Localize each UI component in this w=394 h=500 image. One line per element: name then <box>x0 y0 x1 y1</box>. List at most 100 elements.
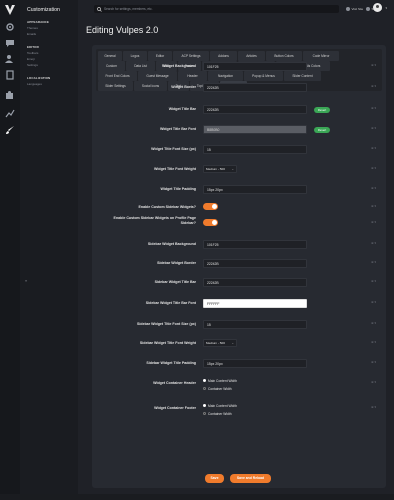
help-icon[interactable]: ⊕ ▾ <box>371 380 376 384</box>
setting-input[interactable]: 15 <box>203 320 307 329</box>
setting-label: Sidebar Widget Background <box>147 242 196 246</box>
tab-navigation[interactable]: Navigation <box>208 71 243 81</box>
select-value: Medium - 500 <box>206 341 225 345</box>
help-icon[interactable]: ⊕ ▾ <box>371 321 376 325</box>
setting-input[interactable]: 15px 20px <box>203 359 307 368</box>
tab-addons[interactable]: Addons <box>210 51 237 61</box>
collapse-sidebar-button[interactable]: « <box>25 278 27 283</box>
users-icon[interactable] <box>5 54 15 64</box>
sidebar-item-toolbars[interactable]: Toolbars <box>27 51 38 55</box>
sidebar-item-emails[interactable]: Emails <box>27 32 36 36</box>
sidebar-item-languages[interactable]: Languages <box>27 82 42 86</box>
visit-site-link[interactable]: Visit Site <box>346 7 363 11</box>
help-icon[interactable]: ⊕ ▾ <box>371 146 376 150</box>
setting-input[interactable]: 101F25 <box>203 62 307 71</box>
setting-label: Widget Title Bar <box>168 107 196 111</box>
search-placeholder: Search for settings, members, etc. <box>104 6 153 11</box>
tab-logos[interactable]: Logos <box>123 51 147 61</box>
chart-icon[interactable] <box>5 108 15 118</box>
tab-articles[interactable]: Articles <box>238 51 265 61</box>
tab-popup-menus[interactable]: Popup & Menus <box>244 71 283 81</box>
chevron-down-icon: ⌄ <box>231 167 234 171</box>
tab-code-mirror[interactable]: Code Mirror <box>303 51 339 61</box>
tab-button-colors[interactable]: Button Colors <box>266 51 302 61</box>
radio-label: Container Width <box>208 387 232 391</box>
select-value: Medium - 500 <box>206 167 225 171</box>
tab-front-end-colors[interactable]: Front End Colors <box>98 71 137 81</box>
tab-slider-settings[interactable]: Slider Settings <box>98 81 133 91</box>
setting-label: Widget Border <box>171 85 196 89</box>
tab-general[interactable]: General <box>98 51 122 61</box>
toggle-switch[interactable] <box>203 219 218 226</box>
setting-input[interactable]: 22242B <box>203 259 307 268</box>
home-icon <box>346 7 350 11</box>
radio-label: Main Content Width <box>208 404 237 408</box>
help-icon[interactable]: ⊕ ▾ <box>371 360 376 364</box>
help-icon[interactable]: ⊕ ▾ <box>371 340 376 344</box>
help-icon[interactable]: ⊕ ▾ <box>371 220 376 224</box>
setting-input[interactable]: 22242B <box>203 105 307 114</box>
tab-social-icons[interactable]: Social Icons <box>134 81 167 91</box>
radio-option[interactable]: Main Content Width <box>203 379 237 383</box>
setting-input[interactable]: FFFFFF <box>203 299 307 308</box>
radio-dot-icon <box>203 412 206 415</box>
sidebar-item-emoji[interactable]: Emoji <box>27 57 35 61</box>
help-icon[interactable]: ⊕ ▾ <box>371 106 376 110</box>
setting-input[interactable]: B8B0B0 <box>203 125 307 134</box>
tab-guest-message[interactable]: Guest Message <box>138 71 177 81</box>
tab-slider-content[interactable]: Slider Content <box>284 71 321 81</box>
chevron-down-icon[interactable]: ▾ <box>385 6 387 10</box>
tab-editor[interactable]: Editor <box>148 51 172 61</box>
save-and-reload-button[interactable]: Save and Reload <box>230 474 271 483</box>
sidebar-item-themes[interactable]: Themes <box>27 26 38 30</box>
setting-input[interactable]: 15px 20px <box>203 185 307 194</box>
font-weight-select[interactable]: Medium - 500 ⌄ <box>203 339 237 347</box>
help-icon[interactable]: ⊕ ▾ <box>371 300 376 304</box>
page-title: Editing Vulpes 2.0 <box>86 25 159 35</box>
help-icon[interactable]: ⊕ ▾ <box>371 260 376 264</box>
side-nav: Customization APPEARANCE Themes Emails E… <box>20 0 78 500</box>
help-icon[interactable]: ⊕ ▾ <box>371 241 376 245</box>
setting-input[interactable]: 22242B <box>203 83 307 92</box>
help-icon[interactable]: ⊕ ▾ <box>371 166 376 170</box>
setting-input[interactable]: 15 <box>203 145 307 154</box>
revert-button[interactable]: Revert <box>314 126 330 133</box>
document-icon[interactable] <box>5 70 15 80</box>
radio-dot-icon <box>203 387 206 390</box>
help-icon[interactable]: ⊕ ▾ <box>371 126 376 130</box>
setting-label: Widget Container Header <box>153 381 196 385</box>
top-bar: Search for settings, members, etc. Visit… <box>78 0 394 18</box>
logo-icon[interactable] <box>5 5 15 15</box>
help-icon[interactable]: ⊕ ▾ <box>371 279 376 283</box>
sidebar-item-settings[interactable]: Settings <box>27 63 38 67</box>
puzzle-icon[interactable] <box>5 90 15 100</box>
help-icon[interactable]: ⊕ ▾ <box>371 186 376 190</box>
font-weight-select[interactable]: Medium - 500 ⌄ <box>203 165 237 173</box>
tab-acp-settings[interactable]: ACP Settings <box>173 51 209 61</box>
help-icon[interactable]: ⊕ ▾ <box>371 204 376 208</box>
setting-input[interactable]: 22242B <box>203 278 307 287</box>
toggle-switch[interactable] <box>203 203 218 210</box>
chevron-down-icon: ⌄ <box>231 341 234 345</box>
avatar[interactable] <box>373 3 382 12</box>
radio-label: Main Content Width <box>208 379 237 383</box>
revert-button[interactable]: Revert <box>314 106 330 113</box>
tab-header[interactable]: Header <box>178 71 207 81</box>
setting-label: Sidebar Widget Title Padding <box>146 361 196 365</box>
help-icon[interactable]: ⊕ ▾ <box>371 63 376 67</box>
radio-option[interactable]: Container Width <box>203 387 232 391</box>
save-button[interactable]: Save <box>205 474 224 483</box>
setting-input[interactable]: 101F25 <box>203 240 307 249</box>
setting-label: Widget Title Bar Font <box>159 127 196 131</box>
help-icon[interactable]: ⊕ ▾ <box>371 84 376 88</box>
tab-data-list[interactable]: Data List <box>126 61 155 71</box>
tab-custom[interactable]: Custom <box>98 61 125 71</box>
brush-icon[interactable] <box>5 125 15 135</box>
radio-option[interactable]: Container Width <box>203 412 232 416</box>
gear-icon[interactable] <box>5 22 15 32</box>
help-icon[interactable]: ⊕ ▾ <box>371 405 376 409</box>
visit-site-label: Visit Site <box>351 7 364 11</box>
search-input[interactable]: Search for settings, members, etc. <box>94 5 339 13</box>
chat-icon[interactable] <box>5 38 15 48</box>
radio-option[interactable]: Main Content Width <box>203 404 237 408</box>
